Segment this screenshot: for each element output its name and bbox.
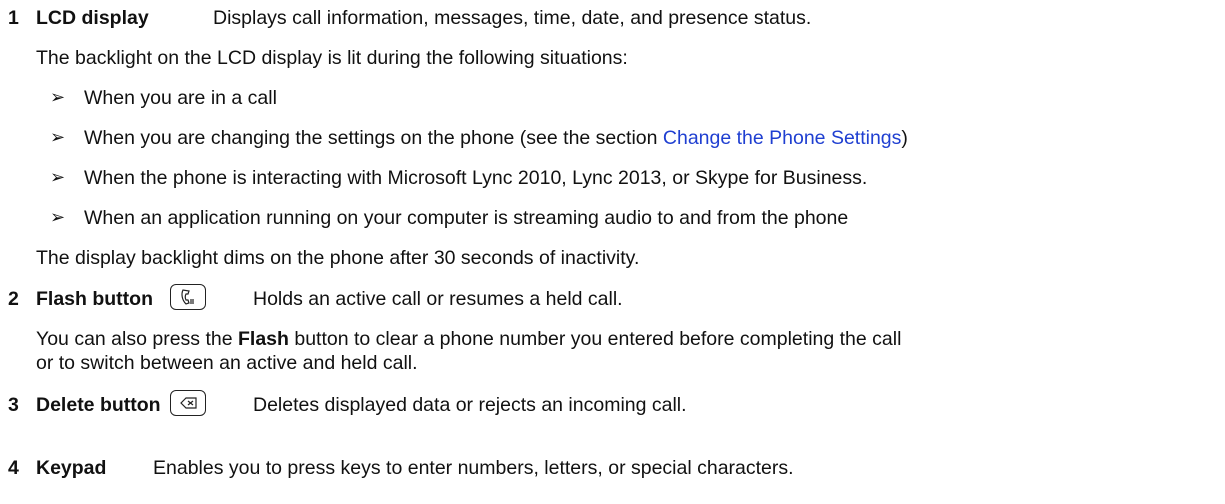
item-4-description: Enables you to press keys to enter numbe…: [153, 457, 794, 479]
item-1-outro: The display backlight dims on the phone …: [36, 247, 640, 269]
item-2-number: 2: [8, 288, 19, 310]
bullet-arrow-icon: ➢: [50, 207, 66, 227]
flash-handset-icon: [170, 284, 206, 310]
bullet-arrow-icon: ➢: [50, 87, 66, 107]
change-phone-settings-link[interactable]: Change the Phone Settings: [663, 127, 902, 149]
item-1-description: Displays call information, messages, tim…: [213, 7, 812, 29]
item-3-description: Deletes displayed data or rejects an inc…: [253, 394, 687, 416]
delete-backspace-icon: [170, 390, 206, 416]
bullet-item: When the phone is interacting with Micro…: [84, 167, 868, 189]
item-1-number: 1: [8, 7, 19, 29]
item-3-term: Delete button: [36, 394, 161, 416]
item-2-note-line-2: or to switch between an active and held …: [36, 352, 418, 374]
item-3-number: 3: [8, 394, 19, 416]
flash-term: Flash: [238, 328, 289, 350]
bullet-arrow-icon: ➢: [50, 127, 66, 147]
item-2-note-line-1: You can also press the Flash button to c…: [36, 328, 902, 350]
bullet-item: When you are in a call: [84, 87, 277, 109]
bullet-suffix: ): [901, 127, 908, 149]
item-2-term: Flash button: [36, 288, 153, 310]
bullet-item: When you are changing the settings on th…: [84, 127, 908, 150]
item-4-term: Keypad: [36, 457, 107, 479]
item-2-description: Holds an active call or resumes a held c…: [253, 288, 623, 310]
bullet-arrow-icon: ➢: [50, 167, 66, 187]
item-1-intro: The backlight on the LCD display is lit …: [36, 47, 628, 69]
bullet-text: When you are changing the settings on th…: [84, 127, 663, 149]
item-1-term: LCD display: [36, 7, 149, 29]
item-4-number: 4: [8, 457, 19, 479]
document-page: 1 LCD display Displays call information,…: [0, 0, 1225, 504]
bullet-item: When an application running on your comp…: [84, 207, 849, 229]
